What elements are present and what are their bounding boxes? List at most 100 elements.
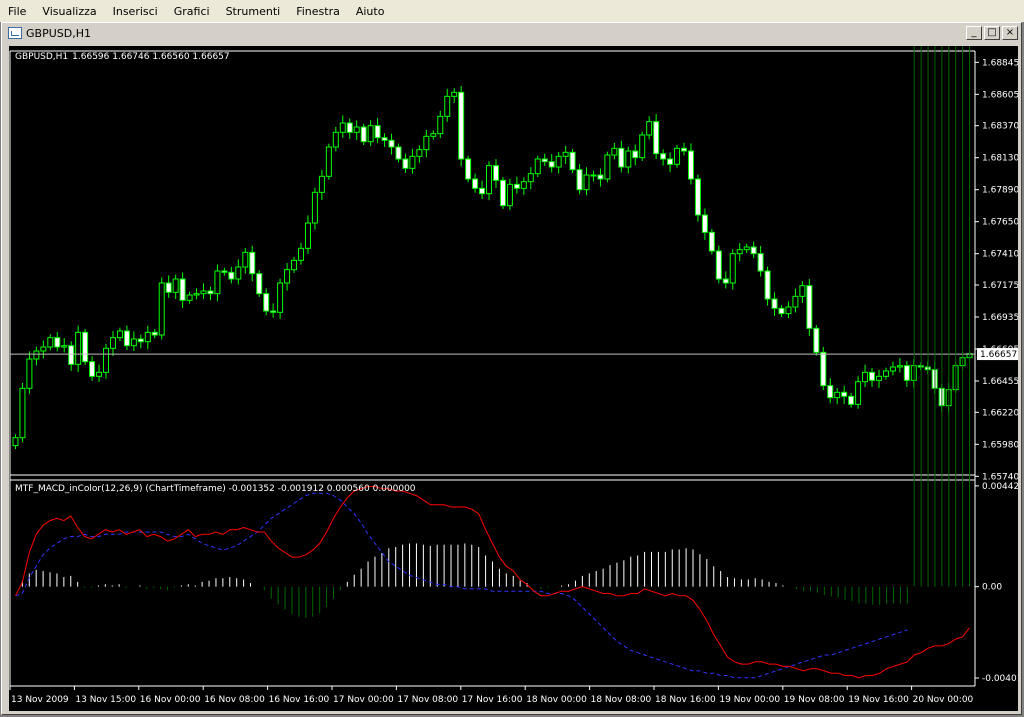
candle-body [116,330,123,339]
time-tick-label: 18 Nov 08:00 [591,695,652,705]
candle-body [103,347,110,373]
candle-body [242,251,249,268]
menu-grafici[interactable]: Grafici [166,5,218,18]
candle-body [611,147,618,156]
candle-body [534,158,541,175]
menu-finestra[interactable]: Finestra [288,5,348,18]
candle-body [486,165,493,195]
candle-body [869,371,876,381]
candle-body [249,251,256,275]
menu-inserisci[interactable]: Inserisci [105,5,166,18]
close-button[interactable]: × [1002,26,1018,40]
menu-file[interactable]: File [0,5,34,18]
candle-body [597,174,604,180]
price-tick-label: 1.66220 [982,408,1018,418]
menu-aiuto[interactable]: Aiuto [348,5,393,18]
price-tick-label: 1.68130 [982,154,1018,164]
candle-body [228,271,235,280]
candle-body [848,395,855,405]
candle-body [277,282,284,313]
candle-body [708,231,715,252]
candle-body [569,151,576,171]
candle-body [19,387,26,439]
menu-visualizza[interactable]: Visualizza [34,5,104,18]
candle-body [646,121,653,136]
candle-body [764,270,771,300]
candle-body [263,293,270,312]
candle-body [520,181,527,189]
menu-bar: File Visualizza Inserisci Grafici Strume… [0,0,1024,22]
candle-body [889,366,896,372]
candle-body [416,149,423,157]
candle-body [632,150,639,159]
candle-body [882,370,889,377]
candle-body [89,361,96,377]
candle-body [214,270,221,295]
candle-body [47,337,54,348]
candle-body [395,146,402,160]
candle-body [479,187,486,195]
chart-window-titlebar[interactable]: GBPUSD,H1 _ □ × [2,23,1021,43]
candle-body [221,270,228,273]
candle-body [757,253,764,272]
candle-body [68,345,75,365]
time-tick-label: 16 Nov 08:00 [204,695,265,705]
maximize-button[interactable]: □ [984,26,1000,40]
time-tick-label: 16 Nov 16:00 [269,695,330,705]
candle-body [172,278,179,293]
candle-body [778,307,785,315]
candle-body [562,151,569,157]
candle-body [576,169,583,191]
candle-body [54,337,61,348]
price-panel-label: GBPUSD,H1 1.66596 1.66746 1.66560 1.66657 [15,52,230,62]
candle-body [367,125,374,143]
time-tick-label: 13 Nov 2009 [11,695,69,705]
candle-body [297,247,304,261]
candle-body [513,183,520,189]
candle-body [311,191,318,224]
candle-body [318,175,325,193]
candle-body [785,306,792,315]
menu-strumenti[interactable]: Strumenti [218,5,289,18]
candle-body [193,293,200,296]
candle-body [792,295,799,308]
candle-body [61,345,68,348]
price-tick-label: 1.68370 [982,122,1018,132]
candle-body [75,331,82,365]
candle-body [667,158,674,165]
candle-body [346,122,353,133]
time-tick-label: 19 Nov 08:00 [784,695,845,705]
candle-body [284,269,291,284]
candle-body [743,246,750,251]
candle-body [374,125,381,139]
candle-body [771,298,778,309]
candle-body [715,250,722,280]
candle-body [729,253,736,284]
candle-body [722,278,729,284]
candle-body [841,391,848,397]
candle-body [674,147,681,165]
price-tick-label: 1.66935 [982,313,1018,323]
candle-body [541,158,548,163]
candle-body [827,385,834,399]
candle-body [583,174,590,191]
candle-body [123,330,130,347]
macd-tick-label: 0.00 [982,583,1002,593]
candle-body [499,179,506,207]
candle-body [137,338,144,343]
chart-canvas[interactable]: 1.68845 1.68605 1.68370 1.68130 1.67890 1.676… [9,46,1018,711]
candle-body [625,150,632,168]
candle-body [96,371,103,377]
chart-window-title: GBPUSD,H1 [26,26,91,40]
candle-body [291,259,298,271]
candle-body [653,121,660,155]
price-tick-label: 1.67650 [982,218,1018,228]
candle-body [409,155,416,169]
last-price-label: 1.66657 [980,350,1017,360]
minimize-button[interactable]: _ [966,26,982,40]
candle-body [806,285,813,329]
candle-body [451,91,458,97]
candle-body [304,222,311,249]
candle-body [40,346,47,352]
time-tick-label: 18 Nov 00:00 [526,695,587,705]
